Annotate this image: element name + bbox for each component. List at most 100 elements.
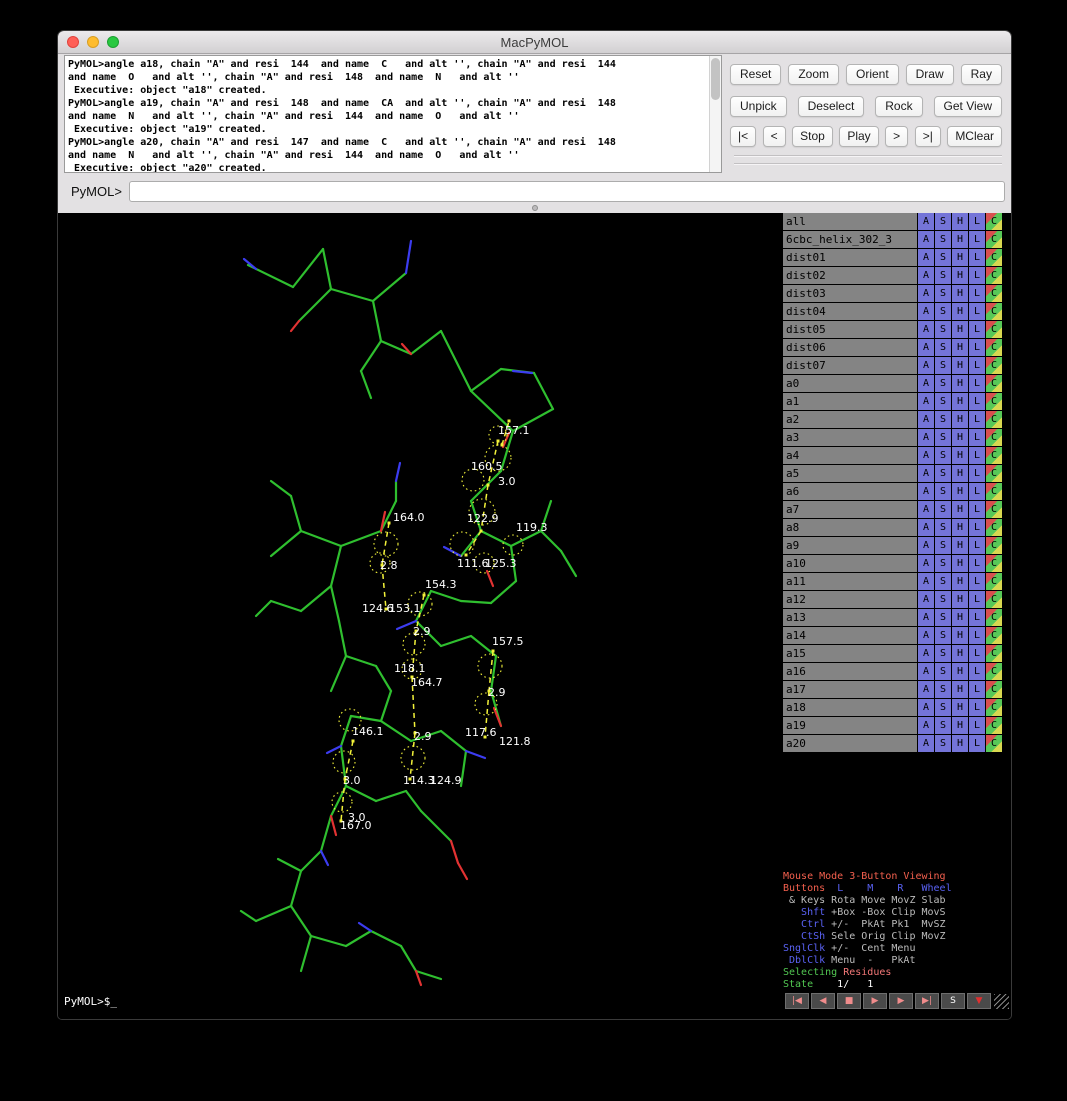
- label-button[interactable]: L: [969, 465, 985, 482]
- label-button[interactable]: L: [969, 609, 985, 626]
- show-button[interactable]: S: [935, 483, 951, 500]
- hide-button[interactable]: H: [952, 339, 968, 356]
- draw-button[interactable]: Draw: [906, 64, 954, 85]
- object-name[interactable]: dist01: [783, 249, 917, 266]
- color-button[interactable]: C: [986, 663, 1002, 680]
- color-button[interactable]: C: [986, 267, 1002, 284]
- object-name[interactable]: a19: [783, 717, 917, 734]
- object-name[interactable]: a11: [783, 573, 917, 590]
- action-button[interactable]: A: [918, 393, 934, 410]
- action-button[interactable]: A: [918, 339, 934, 356]
- color-button[interactable]: C: [986, 717, 1002, 734]
- color-button[interactable]: C: [986, 357, 1002, 374]
- show-button[interactable]: S: [935, 357, 951, 374]
- color-button[interactable]: C: [986, 393, 1002, 410]
- hide-button[interactable]: H: [952, 537, 968, 554]
- movie-stop-button[interactable]: Stop: [792, 126, 833, 147]
- show-button[interactable]: S: [935, 699, 951, 716]
- mouse-panel-line[interactable]: Selecting Residues: [783, 967, 1011, 979]
- hide-button[interactable]: H: [952, 519, 968, 536]
- action-button[interactable]: A: [918, 411, 934, 428]
- object-name[interactable]: a9: [783, 537, 917, 554]
- show-button[interactable]: S: [935, 285, 951, 302]
- stop-button[interactable]: ■: [837, 993, 861, 1009]
- color-button[interactable]: C: [986, 681, 1002, 698]
- color-button[interactable]: C: [986, 573, 1002, 590]
- color-button[interactable]: C: [986, 483, 1002, 500]
- command-input[interactable]: [129, 181, 1005, 202]
- seek-first-button[interactable]: |◀: [785, 993, 809, 1009]
- color-button[interactable]: C: [986, 429, 1002, 446]
- object-name[interactable]: 6cbc_helix_302_3: [783, 231, 917, 248]
- show-button[interactable]: S: [935, 321, 951, 338]
- hide-button[interactable]: H: [952, 483, 968, 500]
- color-button[interactable]: C: [986, 285, 1002, 302]
- hide-button[interactable]: H: [952, 663, 968, 680]
- label-button[interactable]: L: [969, 627, 985, 644]
- show-button[interactable]: S: [935, 213, 951, 230]
- object-name[interactable]: a13: [783, 609, 917, 626]
- label-button[interactable]: L: [969, 681, 985, 698]
- hide-button[interactable]: H: [952, 303, 968, 320]
- label-button[interactable]: L: [969, 555, 985, 572]
- pane-splitter-handle[interactable]: [532, 205, 538, 211]
- action-button[interactable]: A: [918, 645, 934, 662]
- hide-button[interactable]: H: [952, 591, 968, 608]
- label-button[interactable]: L: [969, 285, 985, 302]
- object-name[interactable]: a10: [783, 555, 917, 572]
- action-button[interactable]: A: [918, 447, 934, 464]
- label-button[interactable]: L: [969, 573, 985, 590]
- show-button[interactable]: S: [935, 465, 951, 482]
- viewport-prompt[interactable]: PyMOL>$_: [64, 993, 779, 1010]
- show-button[interactable]: S: [935, 681, 951, 698]
- action-button[interactable]: A: [918, 681, 934, 698]
- hide-button[interactable]: H: [952, 447, 968, 464]
- action-button[interactable]: A: [918, 627, 934, 644]
- object-name[interactable]: a18: [783, 699, 917, 716]
- hide-button[interactable]: H: [952, 645, 968, 662]
- label-button[interactable]: L: [969, 321, 985, 338]
- action-button[interactable]: A: [918, 357, 934, 374]
- color-button[interactable]: C: [986, 411, 1002, 428]
- label-button[interactable]: L: [969, 213, 985, 230]
- menu-button[interactable]: ▼: [967, 993, 991, 1009]
- object-name[interactable]: dist06: [783, 339, 917, 356]
- action-button[interactable]: A: [918, 555, 934, 572]
- label-button[interactable]: L: [969, 375, 985, 392]
- hide-button[interactable]: H: [952, 573, 968, 590]
- action-button[interactable]: A: [918, 249, 934, 266]
- label-button[interactable]: L: [969, 591, 985, 608]
- movie-prev-button[interactable]: <: [763, 126, 786, 147]
- object-name[interactable]: a16: [783, 663, 917, 680]
- label-button[interactable]: L: [969, 429, 985, 446]
- color-button[interactable]: C: [986, 699, 1002, 716]
- action-button[interactable]: A: [918, 285, 934, 302]
- zoom-button[interactable]: Zoom: [788, 64, 839, 85]
- show-button[interactable]: S: [935, 339, 951, 356]
- label-button[interactable]: L: [969, 411, 985, 428]
- show-button[interactable]: S: [935, 501, 951, 518]
- show-button[interactable]: S: [935, 231, 951, 248]
- object-name[interactable]: all: [783, 213, 917, 230]
- label-button[interactable]: L: [969, 663, 985, 680]
- hide-button[interactable]: H: [952, 609, 968, 626]
- label-button[interactable]: L: [969, 519, 985, 536]
- show-button[interactable]: S: [935, 249, 951, 266]
- label-button[interactable]: L: [969, 249, 985, 266]
- titlebar[interactable]: MacPyMOL: [58, 31, 1011, 54]
- hide-button[interactable]: H: [952, 267, 968, 284]
- action-button[interactable]: A: [918, 519, 934, 536]
- hide-button[interactable]: H: [952, 375, 968, 392]
- object-name[interactable]: a1: [783, 393, 917, 410]
- label-button[interactable]: L: [969, 717, 985, 734]
- mouse-panel-line[interactable]: Mouse Mode 3-Button Viewing: [783, 871, 1011, 883]
- label-button[interactable]: L: [969, 735, 985, 752]
- action-button[interactable]: A: [918, 213, 934, 230]
- close-button[interactable]: [67, 36, 79, 48]
- mouse-panel-line[interactable]: State 1/ 1: [783, 979, 1011, 991]
- show-button[interactable]: S: [935, 519, 951, 536]
- object-name[interactable]: dist07: [783, 357, 917, 374]
- color-button[interactable]: C: [986, 213, 1002, 230]
- label-button[interactable]: L: [969, 393, 985, 410]
- step-forward-button[interactable]: ▶: [889, 993, 913, 1009]
